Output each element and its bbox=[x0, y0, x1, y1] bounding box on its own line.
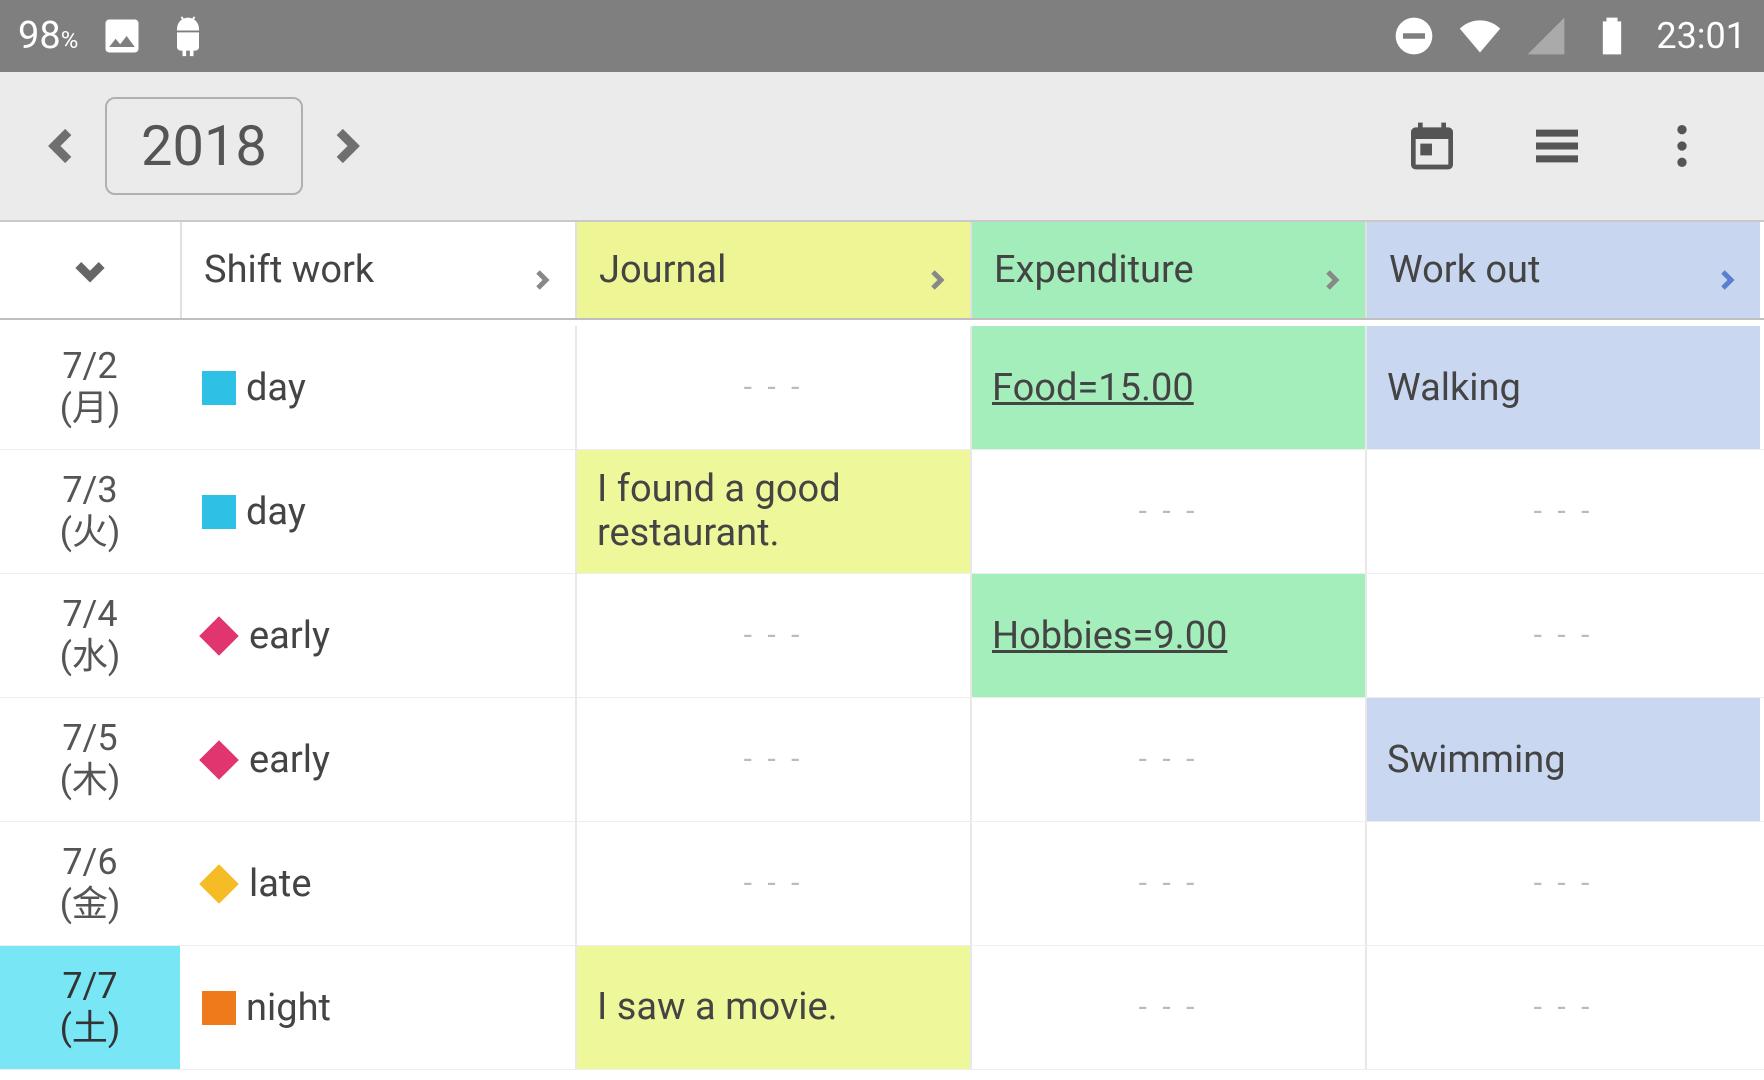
chevron-right-icon bbox=[1319, 258, 1343, 282]
android-status-bar: 98% 23:01 bbox=[0, 0, 1764, 72]
date-label: 7/7 bbox=[62, 966, 117, 1007]
table-row: 7/4(水) early - - - Hobbies=9.00 - - - bbox=[0, 574, 1764, 698]
shift-label: day bbox=[246, 490, 306, 534]
shift-marker-icon bbox=[200, 989, 238, 1027]
journal-cell[interactable]: - - - bbox=[575, 822, 970, 945]
calendar-today-button[interactable] bbox=[1394, 109, 1469, 184]
dow-label: (火) bbox=[60, 512, 121, 553]
table-row: 7/7(土) night I saw a movie. - - -- - - bbox=[0, 946, 1764, 1070]
workout-cell[interactable]: Swimming bbox=[1365, 698, 1760, 821]
shift-cell[interactable]: late bbox=[180, 822, 575, 945]
column-header-journal[interactable]: Journal bbox=[575, 222, 970, 318]
date-cell[interactable]: 7/5(木) bbox=[0, 698, 180, 821]
chevron-right-icon bbox=[924, 258, 948, 282]
workout-cell[interactable]: - - - bbox=[1365, 574, 1760, 697]
workout-cell[interactable]: Walking bbox=[1365, 326, 1760, 449]
workout-cell[interactable]: - - - bbox=[1365, 822, 1760, 945]
cell-text: Food=15.00 bbox=[992, 366, 1194, 410]
dow-label: (土) bbox=[60, 1008, 121, 1049]
shift-cell[interactable]: early bbox=[180, 698, 575, 821]
dow-label: (金) bbox=[60, 884, 121, 925]
cell-text: Walking bbox=[1387, 366, 1521, 410]
shift-label: night bbox=[246, 986, 331, 1030]
date-cell[interactable]: 7/6(金) bbox=[0, 822, 180, 945]
date-cell[interactable]: 7/2(月) bbox=[0, 326, 180, 449]
expenditure-cell[interactable]: Hobbies=9.00 bbox=[970, 574, 1365, 697]
prev-year-button[interactable] bbox=[20, 104, 105, 189]
workout-cell[interactable]: - - - bbox=[1365, 946, 1760, 1069]
next-year-button[interactable] bbox=[303, 104, 388, 189]
journal-cell[interactable]: - - - bbox=[575, 698, 970, 821]
cell-text: I saw a movie. bbox=[597, 986, 838, 1030]
expenditure-cell[interactable]: - - - bbox=[970, 450, 1365, 573]
shift-marker-icon bbox=[200, 493, 238, 531]
chevron-right-icon bbox=[529, 258, 553, 282]
column-label: Shift work bbox=[204, 248, 374, 292]
column-label: Work out bbox=[1389, 248, 1540, 292]
expenditure-cell[interactable]: - - - bbox=[970, 698, 1365, 821]
dow-label: (木) bbox=[60, 760, 121, 801]
shift-marker-icon bbox=[199, 616, 239, 656]
image-icon bbox=[100, 14, 144, 58]
table-row: 7/2(月) day - - - Food=15.00 Walking bbox=[0, 326, 1764, 450]
date-label: 7/4 bbox=[62, 594, 117, 635]
column-header-expenditure[interactable]: Expenditure bbox=[970, 222, 1365, 318]
shift-label: early bbox=[249, 614, 330, 658]
column-header-shift-work[interactable]: Shift work bbox=[180, 222, 575, 318]
expenditure-cell[interactable]: Food=15.00 bbox=[970, 326, 1365, 449]
shift-cell[interactable]: early bbox=[180, 574, 575, 697]
battery-percentage: 98% bbox=[18, 14, 78, 58]
app-header: 2018 bbox=[0, 72, 1764, 222]
column-header-work-out[interactable]: Work out bbox=[1365, 222, 1760, 318]
wifi-icon bbox=[1458, 14, 1502, 58]
year-selector[interactable]: 2018 bbox=[105, 97, 303, 195]
shift-cell[interactable]: night bbox=[180, 946, 575, 1069]
table-row: 7/3(火)dayI found a good restaurant.- - -… bbox=[0, 450, 1764, 574]
clock: 23:01 bbox=[1656, 15, 1746, 57]
dow-label: (水) bbox=[60, 636, 121, 677]
list-view-button[interactable] bbox=[1519, 109, 1594, 184]
shift-cell[interactable]: day bbox=[180, 450, 575, 573]
dow-label: (月) bbox=[60, 388, 121, 429]
shift-label: day bbox=[246, 366, 306, 410]
date-cell[interactable]: 7/7(土) bbox=[0, 946, 180, 1069]
date-label: 7/3 bbox=[62, 470, 117, 511]
overflow-menu-button[interactable] bbox=[1644, 109, 1719, 184]
cellular-signal-icon bbox=[1524, 14, 1568, 58]
collapse-toggle[interactable] bbox=[0, 222, 180, 318]
shift-label: early bbox=[249, 738, 330, 782]
expenditure-cell[interactable]: - - - bbox=[970, 946, 1365, 1069]
date-label: 7/2 bbox=[62, 346, 117, 387]
column-label: Journal bbox=[599, 248, 726, 292]
table-row: 7/5(木) early - - -- - - Swimming bbox=[0, 698, 1764, 822]
journal-cell[interactable]: I found a good restaurant. bbox=[575, 450, 970, 573]
shift-cell[interactable]: day bbox=[180, 326, 575, 449]
expenditure-cell[interactable]: - - - bbox=[970, 822, 1365, 945]
android-robot-icon bbox=[166, 14, 210, 58]
cell-text: Hobbies=9.00 bbox=[992, 614, 1227, 658]
date-label: 7/5 bbox=[62, 718, 117, 759]
cell-text: Swimming bbox=[1387, 738, 1566, 782]
chevron-right-icon bbox=[1714, 258, 1738, 282]
date-label: 7/6 bbox=[62, 842, 117, 883]
column-header-row: Shift work Journal Expenditure Work out bbox=[0, 222, 1764, 320]
daily-grid: Shift work Journal Expenditure Work out … bbox=[0, 222, 1764, 1070]
do-not-disturb-icon bbox=[1392, 14, 1436, 58]
date-cell[interactable]: 7/4(水) bbox=[0, 574, 180, 697]
journal-cell[interactable]: I saw a movie. bbox=[575, 946, 970, 1069]
column-label: Expenditure bbox=[994, 248, 1194, 292]
shift-label: late bbox=[249, 862, 312, 906]
journal-cell[interactable]: - - - bbox=[575, 574, 970, 697]
date-cell[interactable]: 7/3(火) bbox=[0, 450, 180, 573]
shift-marker-icon bbox=[200, 369, 238, 407]
journal-cell[interactable]: - - - bbox=[575, 326, 970, 449]
cell-text: I found a good restaurant. bbox=[597, 468, 950, 555]
shift-marker-icon bbox=[199, 740, 239, 780]
table-row: 7/6(金)late- - -- - -- - - bbox=[0, 822, 1764, 946]
shift-marker-icon bbox=[199, 864, 239, 904]
year-label: 2018 bbox=[141, 113, 267, 179]
battery-charging-icon bbox=[1590, 14, 1634, 58]
workout-cell[interactable]: - - - bbox=[1365, 450, 1760, 573]
